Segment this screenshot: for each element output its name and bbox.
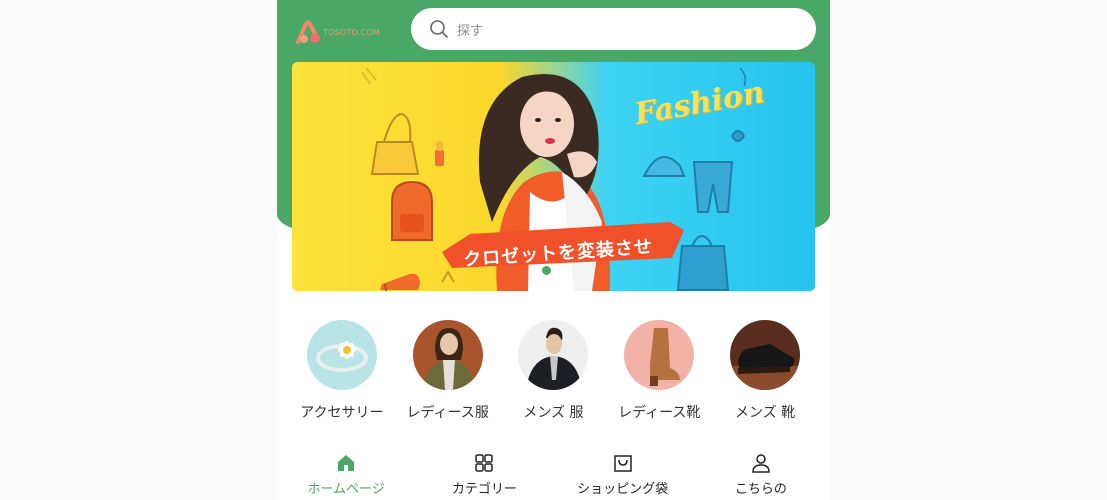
carousel-indicator	[542, 266, 564, 275]
category-item-womens-clothing[interactable]: レディース服	[395, 320, 501, 424]
category-item-womens-shoes[interactable]: レディース靴	[606, 320, 712, 424]
black-leather-shoe-image	[730, 320, 801, 390]
tab-label: カテゴリー	[451, 482, 517, 497]
user-icon	[752, 454, 770, 473]
category-label: レディース服	[406, 405, 489, 421]
carousel-dot[interactable]	[555, 266, 564, 275]
tab-label: ショッピング袋	[577, 482, 669, 497]
category-item-mens-shoes[interactable]: メンズ 靴	[712, 320, 818, 424]
app-screen: TOSOTO.COM 探す Fashion クロゼットを変装させ アクセサリー …	[277, 0, 830, 500]
woman-in-olive-jacket-image	[412, 320, 483, 390]
category-label: メンズ 靴	[734, 405, 796, 421]
carousel-dot-active[interactable]	[542, 266, 551, 275]
brown-ankle-boot-image	[624, 320, 695, 390]
promo-banner[interactable]: Fashion クロゼットを変装させ	[292, 62, 815, 291]
man-in-black-jacket-image	[518, 320, 589, 390]
app-logo[interactable]: TOSOTO.COM	[295, 20, 395, 44]
tab-label: こちらの	[734, 482, 787, 497]
search-placeholder: 探す	[457, 23, 484, 39]
logo-text: TOSOTO.COM	[323, 27, 380, 37]
category-row: アクセサリー レディース服 メンズ 服 レディース靴 メンズ 靴	[277, 320, 830, 424]
category-label: アクセサリー	[300, 405, 384, 421]
shopping-bag-icon	[613, 455, 632, 472]
category-item-accessories[interactable]: アクセサリー	[289, 320, 395, 424]
ring-with-daisy-image	[306, 320, 377, 390]
search-bar[interactable]: 探す	[411, 8, 816, 50]
logo-mark-icon	[296, 20, 320, 44]
category-label: メンズ 服	[523, 405, 584, 421]
category-label: レディース靴	[618, 405, 701, 421]
search-icon	[430, 20, 448, 38]
tab-home[interactable]: ホームページ	[277, 446, 415, 500]
tab-shopping-bag[interactable]: ショッピング袋	[554, 446, 692, 500]
grid-icon	[475, 454, 494, 472]
tab-label: ホームページ	[307, 482, 385, 497]
bottom-tab-bar: ホームページ カテゴリー ショッピング袋 こちらの	[277, 446, 830, 500]
home-icon	[338, 455, 355, 471]
category-item-mens-clothing[interactable]: メンズ 服	[501, 320, 607, 424]
tab-mine[interactable]: こちらの	[692, 446, 830, 500]
tab-category[interactable]: カテゴリー	[415, 446, 553, 500]
